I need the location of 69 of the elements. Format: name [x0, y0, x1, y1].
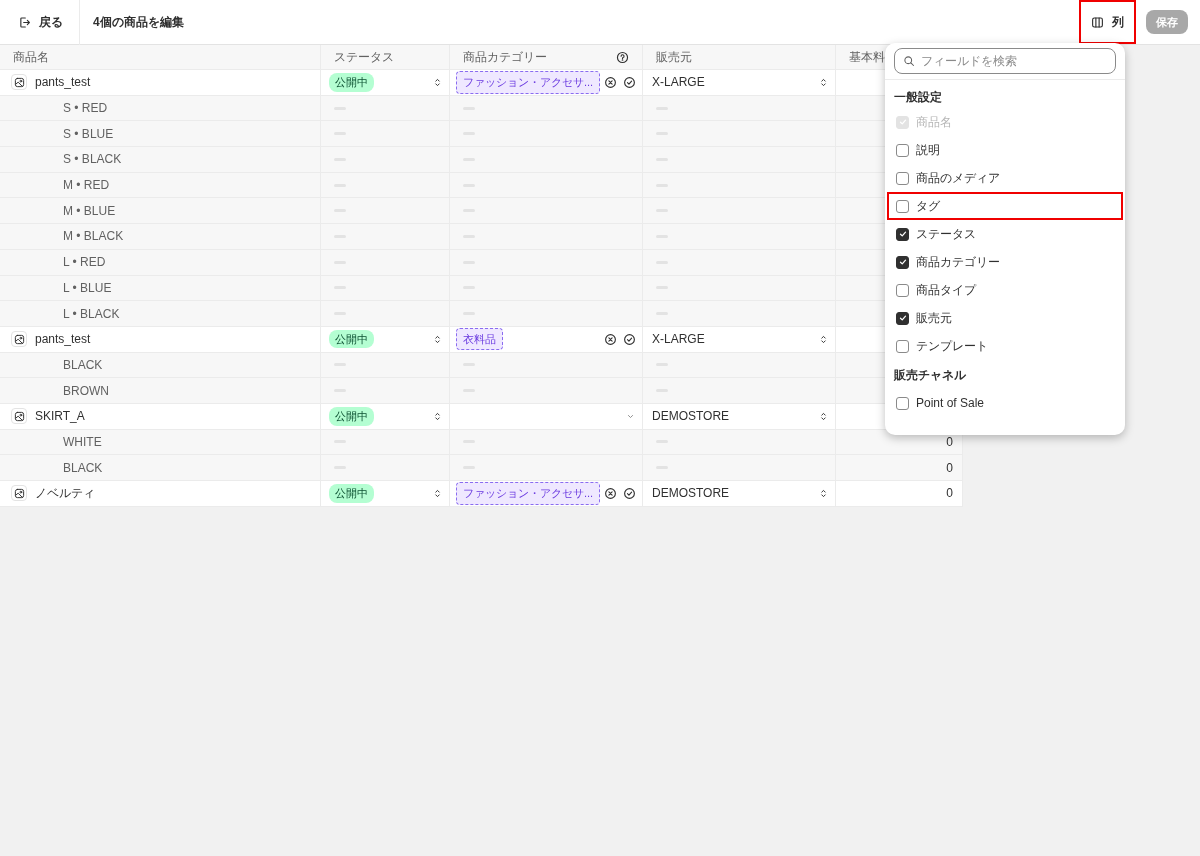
status-badge: 公開中	[329, 407, 374, 426]
checkbox[interactable]	[896, 227, 909, 241]
vendor-value: DEMOSTORE	[652, 408, 730, 426]
status-badge: 公開中	[329, 484, 374, 503]
option-label[interactable]: 商品タイプ	[916, 281, 976, 299]
confirm-icon[interactable]	[623, 486, 636, 500]
status-badge: 公開中	[329, 73, 374, 92]
columns-button[interactable]: 列	[1081, 2, 1134, 42]
vendor-value: X-LARGE	[652, 331, 705, 349]
search-icon	[903, 55, 915, 67]
updown-icon[interactable]	[432, 410, 443, 422]
checkbox[interactable]	[896, 339, 909, 353]
product-name: ノベルティ	[35, 485, 95, 503]
product-name: pants_test	[35, 331, 91, 349]
price-value: 0	[946, 433, 953, 451]
exit-icon	[18, 15, 31, 29]
column-header: 基本料	[849, 49, 885, 66]
product-name: pants_test	[35, 74, 91, 92]
option-label[interactable]: 説明	[916, 141, 940, 159]
search-field[interactable]: フィールドを検索	[894, 48, 1116, 74]
updown-icon[interactable]	[818, 487, 829, 499]
updown-icon[interactable]	[818, 76, 829, 88]
price-value: 0	[946, 485, 953, 503]
back-button[interactable]: 戻る	[0, 0, 80, 45]
option-label: 商品名	[916, 114, 952, 131]
option-label[interactable]: テンプレート	[916, 337, 988, 355]
updown-icon[interactable]	[432, 76, 443, 88]
clear-icon[interactable]	[604, 75, 617, 89]
checkbox[interactable]	[896, 283, 909, 297]
checkbox[interactable]	[896, 396, 909, 410]
option-label[interactable]: 商品のメディア	[916, 169, 1000, 187]
option-label[interactable]: 販売元	[916, 309, 952, 327]
updown-icon[interactable]	[818, 333, 829, 345]
check-icon	[897, 257, 908, 267]
option-label[interactable]: 商品カテゴリー	[916, 253, 1000, 271]
check-icon	[897, 313, 908, 323]
status-badge: 公開中	[329, 329, 374, 349]
clear-icon[interactable]	[604, 486, 617, 500]
clear-icon[interactable]	[604, 332, 617, 346]
help-icon[interactable]	[616, 50, 629, 64]
page-title: 4個の商品を編集	[92, 14, 184, 31]
column-header: 商品名	[13, 49, 49, 66]
checkbox[interactable]	[896, 171, 909, 185]
checkbox[interactable]	[896, 143, 909, 157]
updown-icon[interactable]	[432, 333, 443, 345]
updown-icon[interactable]	[432, 487, 443, 499]
option-label[interactable]: ステータス	[916, 225, 976, 243]
vendor-value: DEMOSTORE	[652, 485, 730, 503]
columns-icon	[1091, 15, 1104, 29]
section-title: 販売チャネル	[893, 366, 967, 384]
product-name: SKIRT_A	[35, 408, 85, 426]
check-icon	[897, 229, 908, 239]
option-label[interactable]: タグ	[916, 197, 940, 215]
category-tag[interactable]: ファッション・アクセサ...	[456, 71, 601, 94]
column-header: 商品カテゴリー	[463, 49, 547, 66]
option-label[interactable]: Point of Sale	[916, 394, 985, 412]
vendor-value: X-LARGE	[652, 74, 705, 92]
confirm-icon[interactable]	[623, 75, 636, 89]
price-value: 0	[946, 459, 953, 477]
updown-icon[interactable]	[818, 410, 829, 422]
checkbox[interactable]	[896, 311, 909, 325]
checkbox[interactable]	[896, 255, 909, 269]
checkbox[interactable]	[896, 199, 909, 213]
section-title: 一般設定	[885, 79, 1125, 108]
column-header: ステータス	[334, 49, 394, 66]
confirm-icon[interactable]	[623, 332, 636, 346]
column-header: 販売元	[656, 49, 692, 66]
category-tag[interactable]: 衣料品	[456, 327, 503, 351]
category-tag[interactable]: ファッション・アクセサ...	[456, 482, 601, 505]
